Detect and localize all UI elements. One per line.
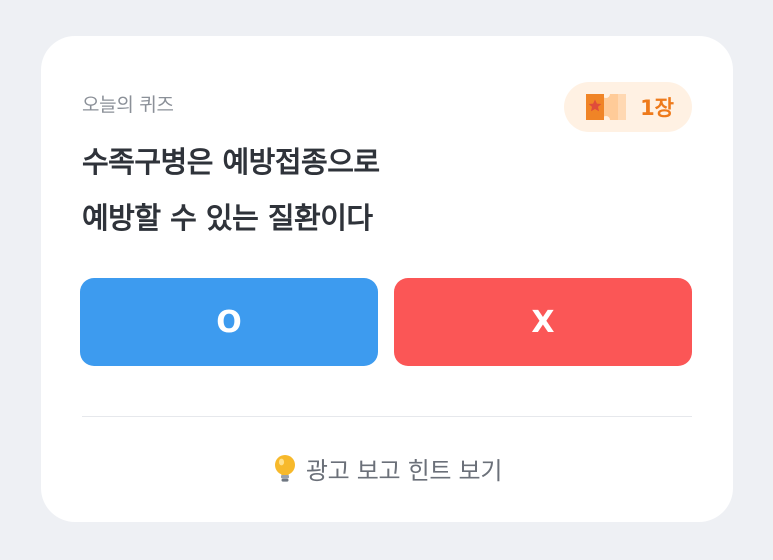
ticket-count: 1장	[640, 96, 674, 120]
ticket-badge: 1장	[564, 82, 692, 132]
watch-ad-hint-button[interactable]: 광고 보고 힌트 보기	[41, 451, 733, 486]
ticket-star-icon	[586, 94, 627, 120]
quiz-card: 오늘의 퀴즈 1장 수족구병은 예방접종으로 예방할 수 있는 질환이다 O X…	[41, 36, 733, 522]
question-line-2: 예방할 수 있는 질환이다	[82, 201, 373, 235]
divider	[82, 416, 692, 417]
answer-o-button[interactable]: O	[80, 278, 378, 366]
answer-x-button[interactable]: X	[394, 278, 692, 366]
question-line-1: 수족구병은 예방접종으로	[82, 145, 380, 179]
quiz-question: 수족구병은 예방접종으로 예방할 수 있는 질환이다	[82, 134, 602, 246]
hint-label: 광고 보고 힌트 보기	[305, 457, 503, 485]
quiz-eyebrow: 오늘의 퀴즈	[82, 94, 174, 116]
lightbulb-icon	[274, 454, 295, 482]
